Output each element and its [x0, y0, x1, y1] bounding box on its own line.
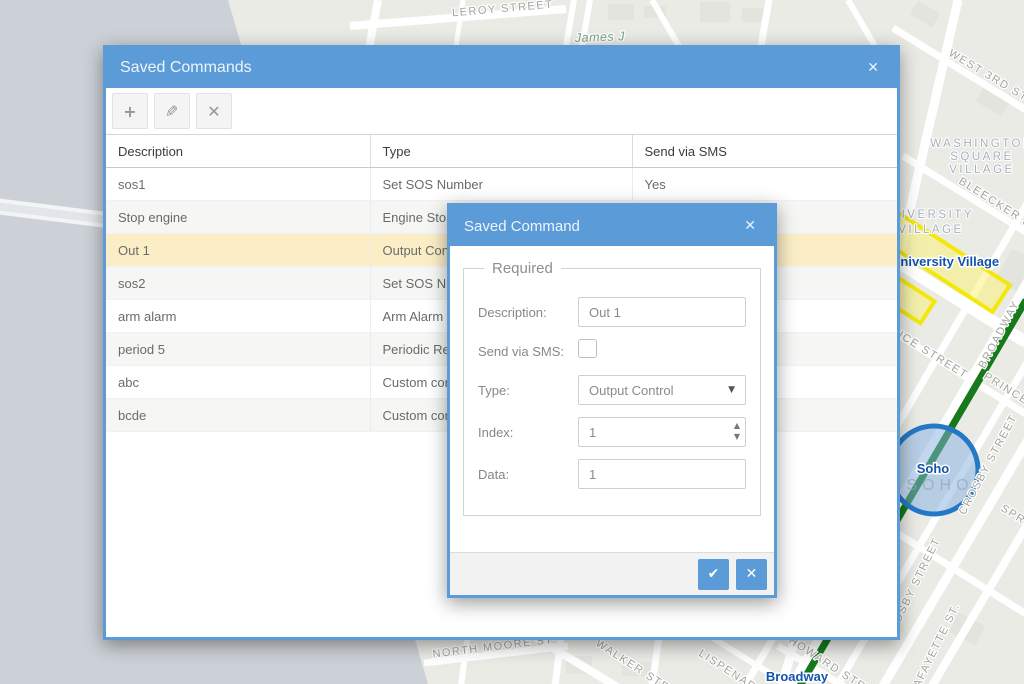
index-row: Index: ▲ ▼ [478, 417, 746, 447]
saved-command-form: Required Description: Send via SMS: Type… [450, 246, 774, 552]
check-icon: ✔ [708, 566, 720, 582]
poi-label: University Village [891, 254, 999, 269]
column-header-type[interactable]: Type [370, 135, 632, 168]
poi-label: Broadway [766, 669, 829, 684]
area-label: SOHO [906, 477, 973, 494]
cell-description: sos1 [106, 168, 370, 201]
saved-commands-dialog-header[interactable]: Saved Commands ✕ [106, 48, 897, 88]
dialog-title: Saved Commands [120, 59, 863, 77]
area-label: SQUARE [950, 151, 1014, 163]
description-input[interactable] [578, 297, 746, 327]
commands-toolbar: + ✎ ✕ [106, 88, 897, 135]
cell-description: bcde [106, 399, 370, 432]
cell-description: arm alarm [106, 300, 370, 333]
app-window: LEROY STREETJames JWEST 3RD STREETBLEECK… [0, 0, 1024, 684]
type-select-value: Output Control [589, 383, 674, 398]
area-label: WASHINGTON [930, 138, 1024, 150]
cell-send-via-sms: Yes [632, 168, 897, 201]
cell-description: sos2 [106, 267, 370, 300]
park-label: James J [574, 29, 626, 45]
saved-command-dialog-header[interactable]: Saved Command ✕ [450, 206, 774, 246]
cell-description: Out 1 [106, 234, 370, 267]
description-label: Description: [478, 305, 578, 320]
sms-checkbox[interactable] [578, 339, 597, 358]
column-header-sms[interactable]: Send via SMS [632, 135, 897, 168]
sms-row: Send via SMS: [478, 339, 746, 363]
delete-icon: ✕ [207, 102, 220, 121]
cancel-icon: ✕ [746, 566, 758, 582]
cell-description: Stop engine [106, 201, 370, 234]
required-fieldset: Required Description: Send via SMS: Type… [463, 260, 761, 516]
cell-type: Set SOS Number [370, 168, 632, 201]
confirm-button[interactable]: ✔ [698, 559, 729, 590]
cell-description: abc [106, 366, 370, 399]
cell-description: period 5 [106, 333, 370, 366]
index-label: Index: [478, 425, 578, 440]
edit-command-button[interactable]: ✎ [154, 93, 190, 129]
type-select[interactable]: Output Control ▼ [578, 375, 746, 405]
saved-command-footer: ✔ ✕ [450, 552, 774, 595]
add-command-button[interactable]: + [112, 93, 148, 129]
saved-command-dialog: Saved Command ✕ Required Description: Se… [447, 203, 777, 598]
area-label: VILLAGE [898, 224, 963, 236]
fieldset-legend: Required [484, 260, 561, 277]
data-label: Data: [478, 467, 578, 482]
chevron-down-icon: ▼ [728, 385, 735, 395]
close-icon[interactable]: ✕ [740, 216, 760, 236]
close-icon[interactable]: ✕ [863, 58, 883, 78]
poi-label: Soho [917, 461, 950, 476]
table-row[interactable]: sos1Set SOS NumberYes [106, 168, 897, 201]
index-input[interactable] [578, 417, 746, 447]
type-label: Type: [478, 383, 578, 398]
delete-command-button[interactable]: ✕ [196, 93, 232, 129]
data-input[interactable] [578, 459, 746, 489]
index-spinner: ▲ ▼ [734, 420, 740, 442]
sms-label: Send via SMS: [478, 344, 578, 359]
description-row: Description: [478, 297, 746, 327]
area-label: VILLAGE [949, 164, 1014, 176]
cancel-button[interactable]: ✕ [736, 559, 767, 590]
spinner-down-icon[interactable]: ▼ [734, 431, 740, 442]
column-header-description[interactable]: Description [106, 135, 370, 168]
spinner-up-icon[interactable]: ▲ [734, 420, 740, 431]
pencil-icon: ✎ [165, 102, 178, 121]
plus-icon: + [123, 102, 136, 121]
type-row: Type: Output Control ▼ [478, 375, 746, 405]
data-row: Data: [478, 459, 746, 489]
dialog-title: Saved Command [464, 218, 740, 235]
